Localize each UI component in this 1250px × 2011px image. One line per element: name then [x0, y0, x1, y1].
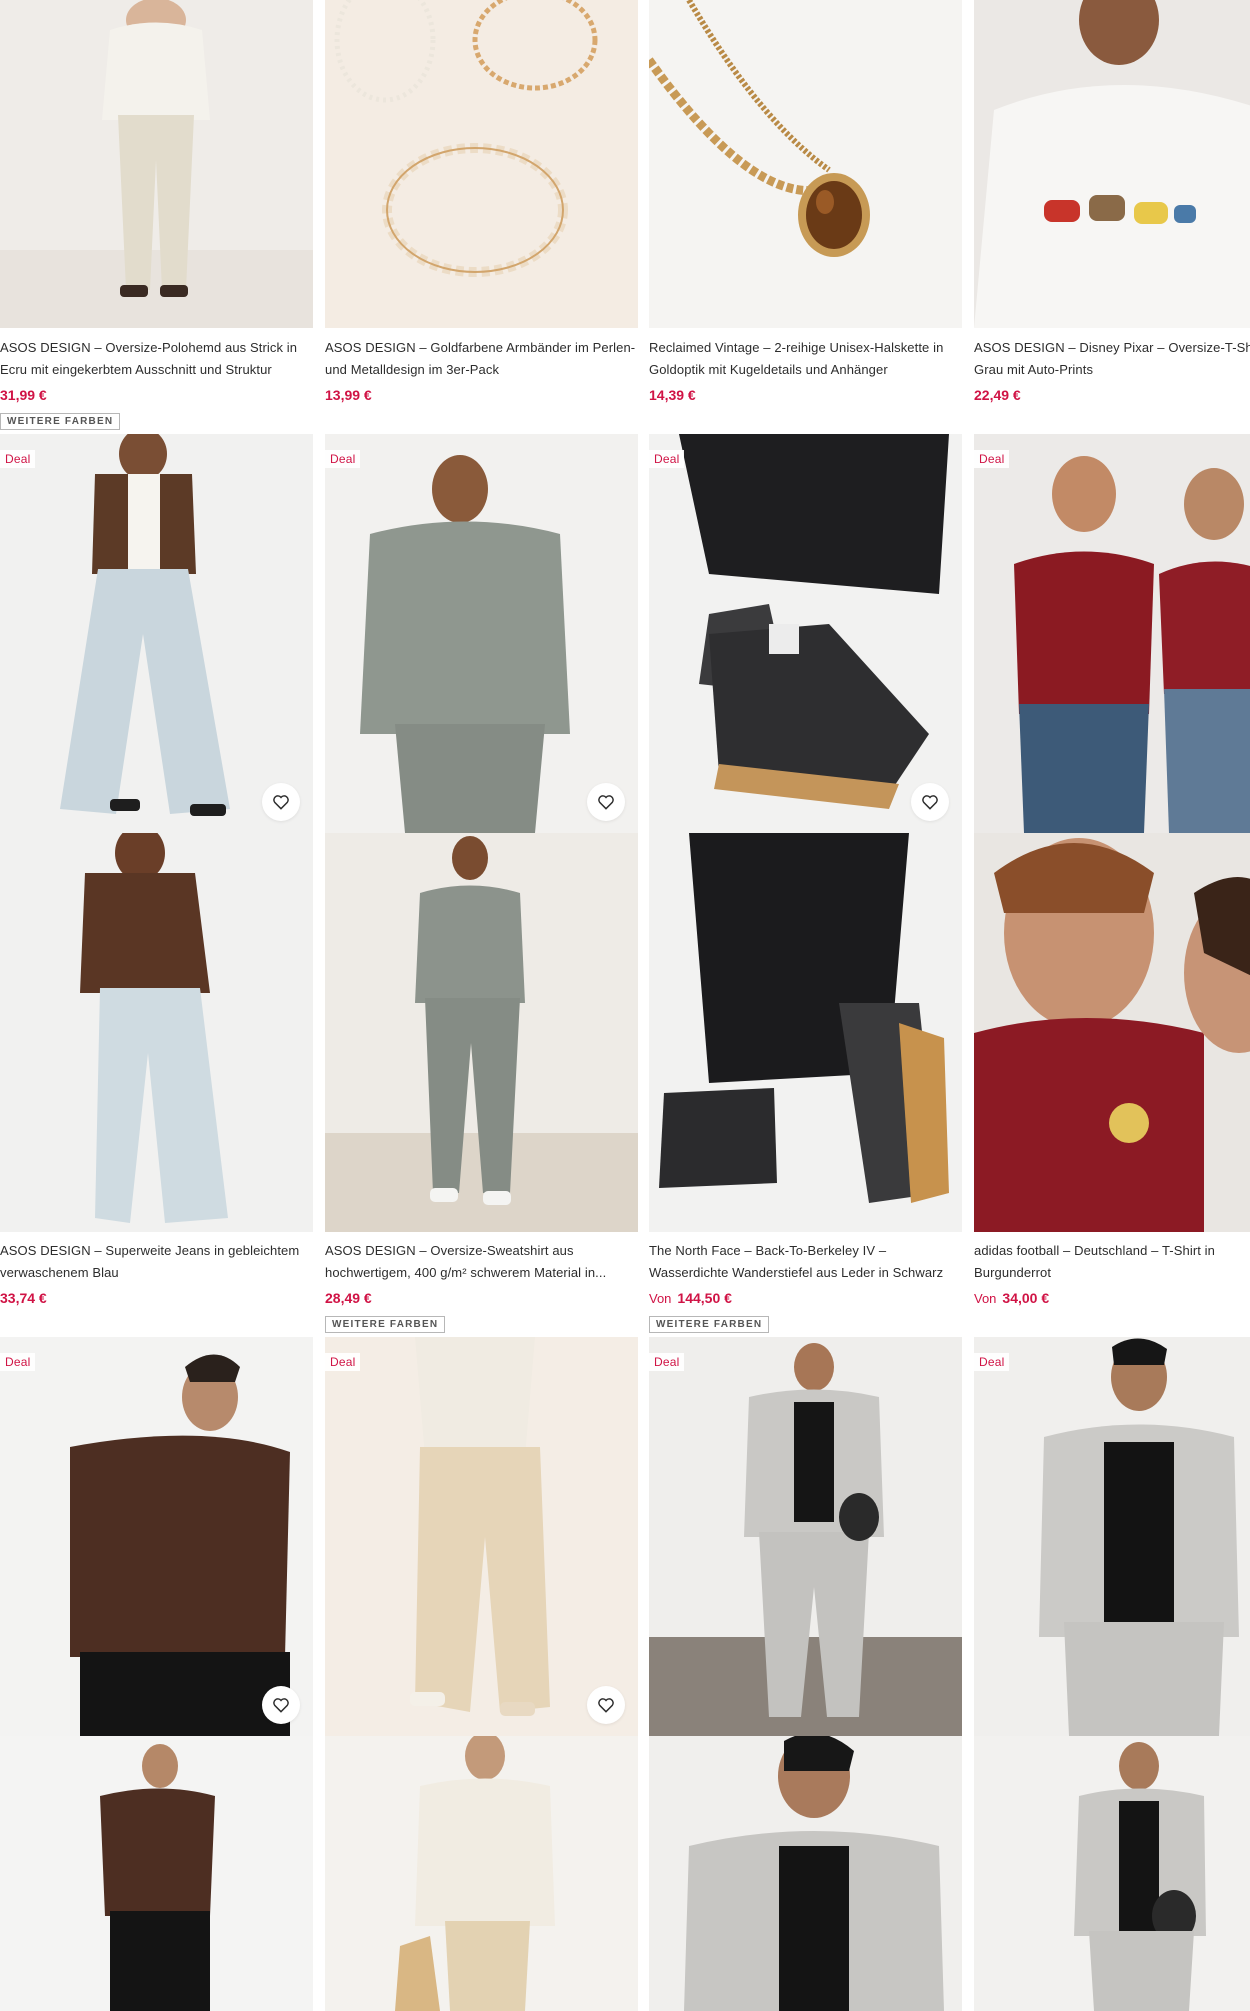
product-price: 13,99 € — [325, 387, 372, 403]
product-title[interactable]: ASOS DESIGN – Disney Pixar – Oversize-T-… — [974, 337, 1250, 381]
product-price: 33,74 € — [0, 1290, 47, 1306]
product-image[interactable]: Deal — [0, 1337, 313, 1736]
product-image[interactable]: Deal — [325, 434, 638, 833]
wishlist-heart-icon[interactable] — [911, 783, 949, 821]
product-image[interactable]: Deal — [974, 434, 1250, 833]
product-price: 31,99 € — [0, 387, 47, 403]
product-price: 28,49 € — [325, 1290, 372, 1306]
deal-badge: Deal — [974, 450, 1010, 468]
product-title[interactable]: ASOS DESIGN – Oversize-Sweatshirt aus ho… — [325, 1240, 638, 1284]
deal-badge: Deal — [649, 450, 685, 468]
deal-badge: Deal — [0, 450, 36, 468]
wishlist-heart-icon[interactable] — [262, 783, 300, 821]
product-price: 14,39 € — [649, 387, 696, 403]
product-title[interactable]: ASOS DESIGN – Superweite Jeans in geblei… — [0, 1240, 313, 1284]
product-image-alt[interactable] — [974, 833, 1250, 1232]
product-price: Von 34,00 € — [974, 1290, 1050, 1306]
product-price: Von 144,50 € — [649, 1290, 732, 1306]
product-image-alt[interactable] — [325, 1736, 638, 2011]
deal-badge: Deal — [974, 1353, 1010, 1371]
product-image[interactable]: Deal — [649, 1337, 962, 1736]
deal-badge: Deal — [649, 1353, 685, 1371]
product-image-alt[interactable] — [325, 833, 638, 1232]
product-image-alt[interactable] — [649, 1736, 962, 2011]
product-title[interactable]: ASOS DESIGN – Goldfarbene Armbänder im P… — [325, 337, 638, 381]
wishlist-heart-icon[interactable] — [587, 783, 625, 821]
product-image[interactable]: Deal — [974, 1337, 1250, 1736]
product-image[interactable] — [325, 0, 638, 328]
product-title[interactable]: Reclaimed Vintage – 2-reihige Unisex-Hal… — [649, 337, 962, 381]
product-title[interactable]: ASOS DESIGN – Oversize-Polohemd aus Stri… — [0, 337, 313, 381]
product-image[interactable]: Deal — [0, 434, 313, 833]
product-image[interactable] — [974, 0, 1250, 328]
deal-badge: Deal — [325, 1353, 361, 1371]
product-price: 22,49 € — [974, 387, 1021, 403]
product-image[interactable]: Deal — [649, 434, 962, 833]
more-colors-badge: WEITERE FARBEN — [325, 1316, 446, 1333]
wishlist-heart-icon[interactable] — [262, 1686, 300, 1724]
product-title[interactable]: The North Face – Back-To-Berkeley IV – W… — [649, 1240, 962, 1284]
product-image[interactable] — [649, 0, 962, 328]
product-title[interactable]: adidas football – Deutschland – T-Shirt … — [974, 1240, 1250, 1284]
wishlist-heart-icon[interactable] — [587, 1686, 625, 1724]
product-image-alt[interactable] — [0, 833, 313, 1232]
deal-badge: Deal — [325, 450, 361, 468]
product-image-alt[interactable] — [974, 1736, 1250, 2011]
product-image[interactable] — [0, 0, 313, 328]
more-colors-badge: WEITERE FARBEN — [0, 413, 121, 430]
deal-badge: Deal — [0, 1353, 36, 1371]
more-colors-badge: WEITERE FARBEN — [649, 1316, 770, 1333]
product-image[interactable]: Deal — [325, 1337, 638, 1736]
product-image-alt[interactable] — [0, 1736, 313, 2011]
product-image-alt[interactable] — [649, 833, 962, 1232]
